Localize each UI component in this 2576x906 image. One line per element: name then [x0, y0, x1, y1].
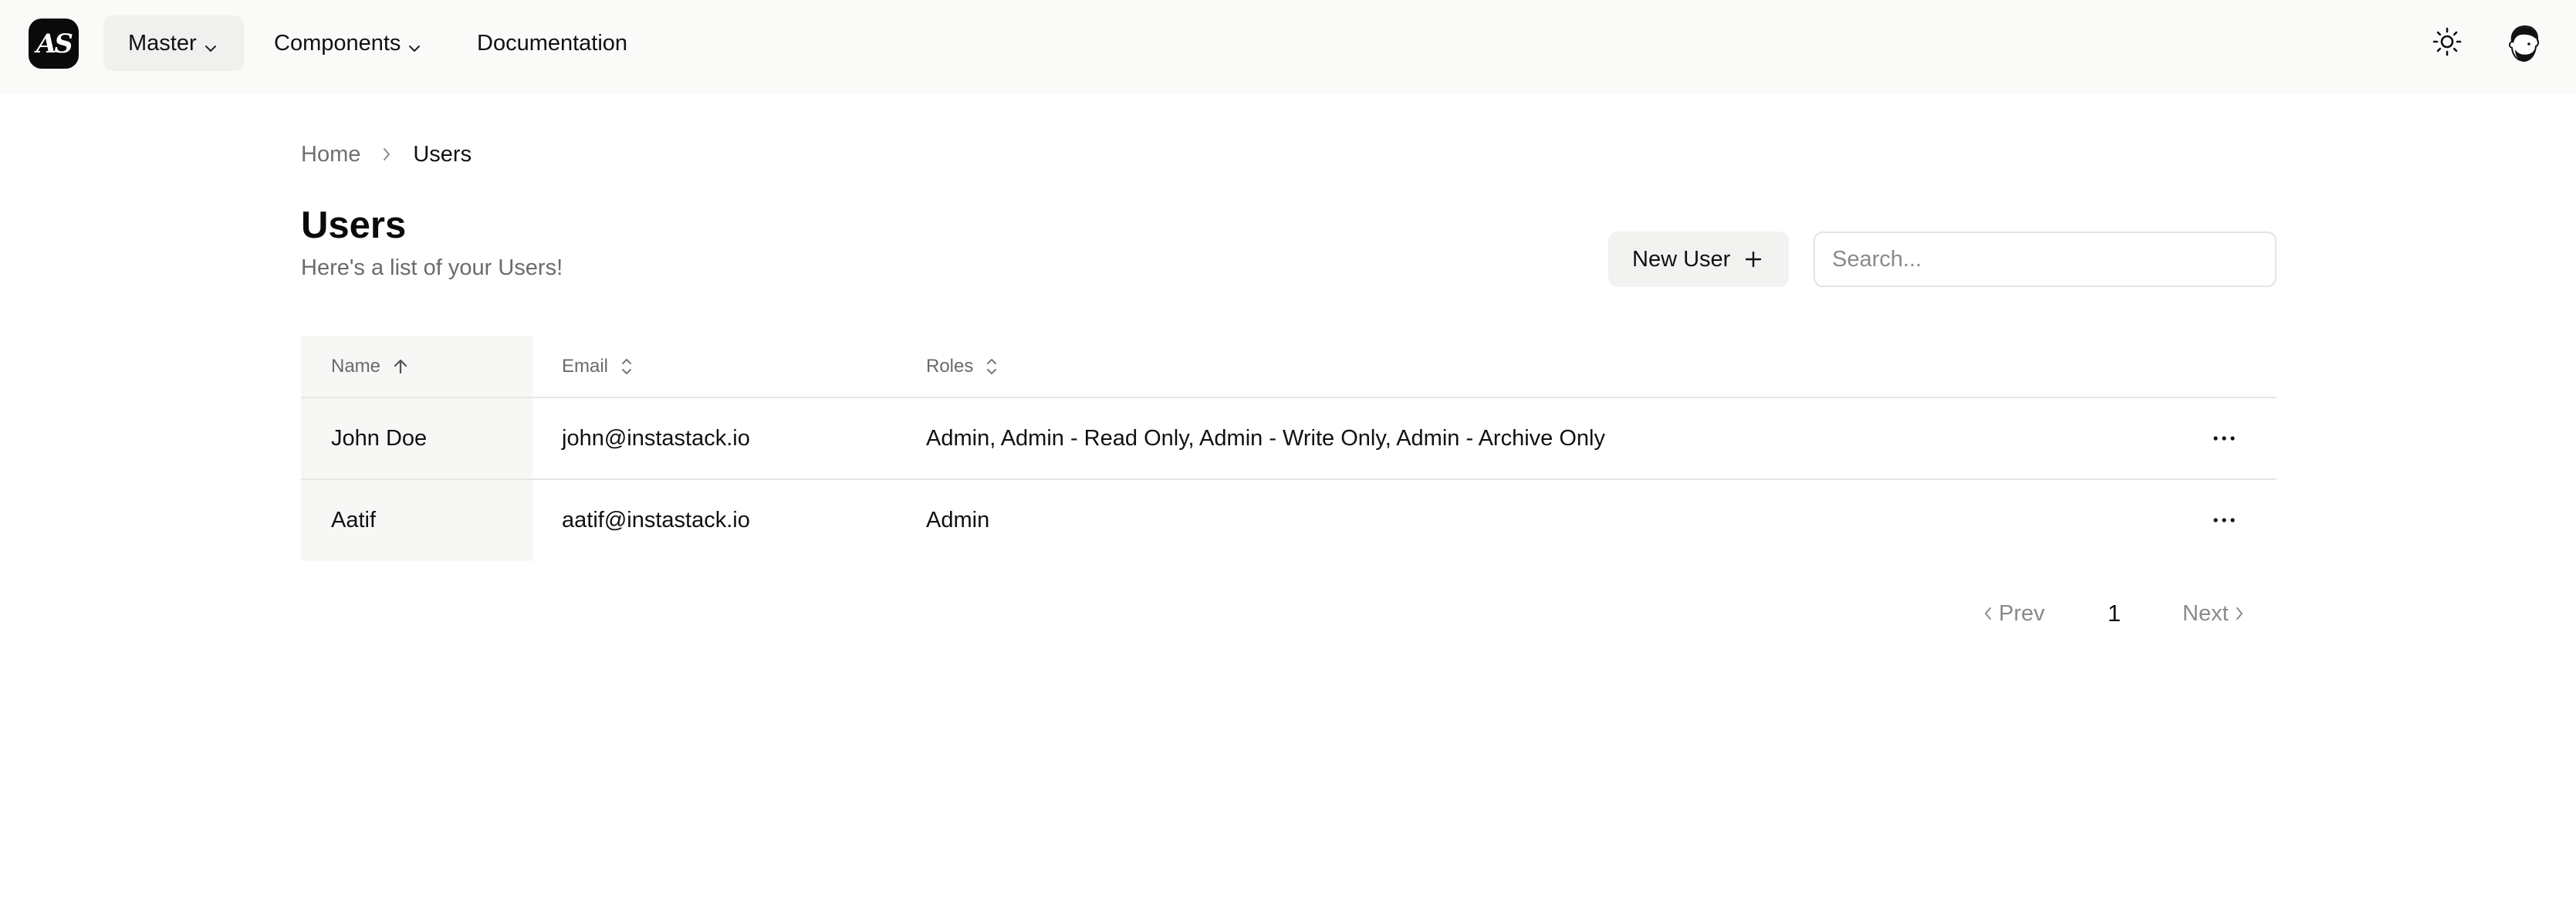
pagination-prev-label: Prev: [1999, 600, 2045, 626]
app-logo[interactable]: AS: [29, 19, 79, 69]
nav-master-menu[interactable]: Master: [103, 15, 244, 71]
row-actions-button[interactable]: [2209, 423, 2240, 454]
cell-roles: Admin: [926, 507, 990, 532]
users-table: Name Email Roles John Doe john@instastac…: [301, 336, 2277, 561]
new-user-label: New User: [1632, 246, 1731, 272]
chevron-left-icon: [1983, 606, 1993, 621]
pagination-next-button[interactable]: Next: [2182, 594, 2244, 633]
logo-text: AS: [36, 28, 73, 59]
nav-documentation-link[interactable]: Documentation: [477, 15, 647, 71]
column-header-email[interactable]: Email: [562, 336, 634, 397]
pagination-prev-button[interactable]: Prev: [1983, 594, 2045, 633]
table-row[interactable]: Aatif aatif@instastack.io Admin: [301, 480, 2277, 560]
nav-components-menu[interactable]: Components: [274, 15, 436, 71]
cell-name: John Doe: [331, 425, 428, 451]
page-title: Users: [301, 205, 407, 246]
arrow-up-icon: [391, 357, 410, 376]
breadcrumb-current: Users: [413, 141, 472, 167]
pagination-next-label: Next: [2182, 600, 2229, 626]
chevron-down-icon: [408, 33, 421, 59]
row-actions-button[interactable]: [2209, 505, 2240, 536]
sort-icon: [619, 357, 634, 377]
cell-roles: Admin, Admin - Read Only, Admin - Write …: [926, 425, 1605, 451]
more-horizontal-icon: [2213, 431, 2236, 445]
new-user-button[interactable]: New User: [1608, 232, 1789, 287]
chevron-right-icon: [382, 147, 391, 162]
plus-icon: [1744, 250, 1763, 269]
theme-toggle-button[interactable]: [2431, 27, 2463, 59]
column-header-label: Name: [331, 355, 381, 377]
nav-master-label: Master: [128, 30, 197, 56]
breadcrumb: Home Users: [301, 139, 472, 170]
column-header-name[interactable]: Name: [331, 336, 410, 397]
user-avatar[interactable]: [2506, 25, 2541, 63]
avatar-icon: [2506, 25, 2541, 66]
users-page: AS Master Components Documentation Home …: [0, 0, 2576, 906]
cell-email: john@instastack.io: [562, 425, 750, 451]
column-header-label: Email: [562, 355, 609, 377]
nav-components-label: Components: [274, 30, 401, 56]
more-horizontal-icon: [2213, 513, 2236, 527]
top-navigation-bar: AS Master Components Documentation: [0, 0, 2576, 94]
pagination-page-1[interactable]: 1: [2108, 594, 2121, 633]
breadcrumb-home-link[interactable]: Home: [301, 142, 360, 167]
column-header-roles[interactable]: Roles: [926, 336, 999, 397]
table-header: Name Email Roles: [301, 336, 2277, 398]
nav-documentation-label: Documentation: [477, 30, 628, 56]
cell-name: Aatif: [331, 507, 377, 532]
table-row[interactable]: John Doe john@instastack.io Admin, Admin…: [301, 398, 2277, 480]
sort-icon: [984, 357, 999, 377]
chevron-down-icon: [205, 33, 217, 59]
search-input[interactable]: [1814, 232, 2277, 287]
sun-icon: [2432, 27, 2462, 60]
page-subtitle: Here's a list of your Users!: [301, 255, 563, 280]
cell-email: aatif@instastack.io: [562, 507, 750, 532]
chevron-right-icon: [2235, 606, 2244, 621]
column-header-label: Roles: [926, 355, 974, 377]
